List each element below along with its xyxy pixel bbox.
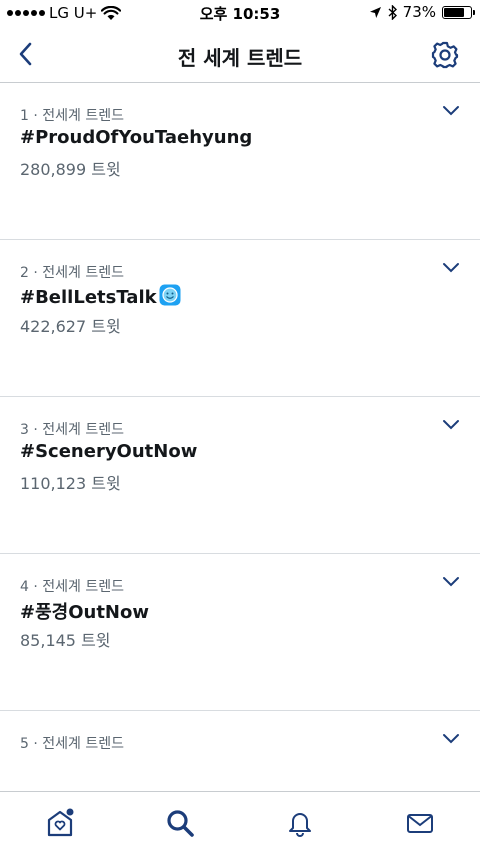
- battery-icon: [442, 5, 475, 19]
- trend-count: 85,145 트윗: [20, 631, 111, 650]
- location-arrow-icon: [369, 6, 381, 18]
- settings-button[interactable]: [428, 38, 462, 72]
- gear-icon: [431, 41, 459, 69]
- trend-count: 280,899 트윗: [20, 160, 121, 179]
- trend-name: #BellLetsTalk: [20, 287, 157, 308]
- tab-messages[interactable]: [403, 806, 437, 840]
- battery-percent: 73%: [402, 3, 436, 21]
- status-right: 73%: [369, 3, 475, 21]
- page-title: 전 세계 트렌드: [177, 46, 303, 70]
- tab-notifications[interactable]: [283, 806, 317, 840]
- bluetooth-icon: [388, 4, 397, 20]
- trend-meta: 5 · 전세계 트렌드: [20, 736, 124, 752]
- trend-name: #SceneryOutNow: [20, 441, 198, 462]
- trend-list: 1 · 전세계 트렌드 #ProudOfYouTaehyung 280,899 …: [0, 83, 480, 867]
- trend-meta: 2 · 전세계 트렌드: [20, 265, 124, 281]
- trend-count: 422,627 트윗: [20, 317, 121, 336]
- trend-meta: 4 · 전세계 트렌드: [20, 579, 124, 595]
- trend-count: 110,123 트윗: [20, 474, 121, 493]
- chevron-down-icon[interactable]: [442, 262, 460, 274]
- tab-bar: [0, 791, 480, 854]
- chevron-down-icon[interactable]: [442, 105, 460, 117]
- search-icon: [167, 810, 194, 837]
- trend-name-row: #BellLetsTalk: [20, 284, 181, 308]
- chevron-down-icon[interactable]: [442, 419, 460, 431]
- trend-item[interactable]: 1 · 전세계 트렌드 #ProudOfYouTaehyung 280,899 …: [0, 83, 480, 240]
- trend-item[interactable]: 4 · 전세계 트렌드 #풍경OutNow 85,145 트윗: [0, 554, 480, 711]
- status-bar: LG U+ 오후 10:53 73%: [0, 0, 480, 26]
- smile-emoji-icon: [159, 284, 181, 306]
- chevron-down-icon[interactable]: [442, 733, 460, 745]
- trend-meta: 3 · 전세계 트렌드: [20, 422, 124, 438]
- trend-name: #풍경OutNow: [20, 602, 149, 623]
- chevron-down-icon[interactable]: [442, 576, 460, 588]
- tab-home[interactable]: [43, 806, 77, 840]
- tab-search[interactable]: [163, 806, 197, 840]
- trend-name: #ProudOfYouTaehyung: [20, 127, 253, 148]
- notifications-icon: [289, 813, 311, 837]
- trend-item[interactable]: 3 · 전세계 트렌드 #SceneryOutNow 110,123 트윗: [0, 397, 480, 554]
- trend-item[interactable]: 2 · 전세계 트렌드 #BellLetsTalk 422,627 트윗: [0, 240, 480, 397]
- home-icon: [47, 808, 74, 837]
- messages-icon: [407, 814, 433, 833]
- header: 전 세계 트렌드: [0, 26, 480, 83]
- trend-meta: 1 · 전세계 트렌드: [20, 108, 124, 124]
